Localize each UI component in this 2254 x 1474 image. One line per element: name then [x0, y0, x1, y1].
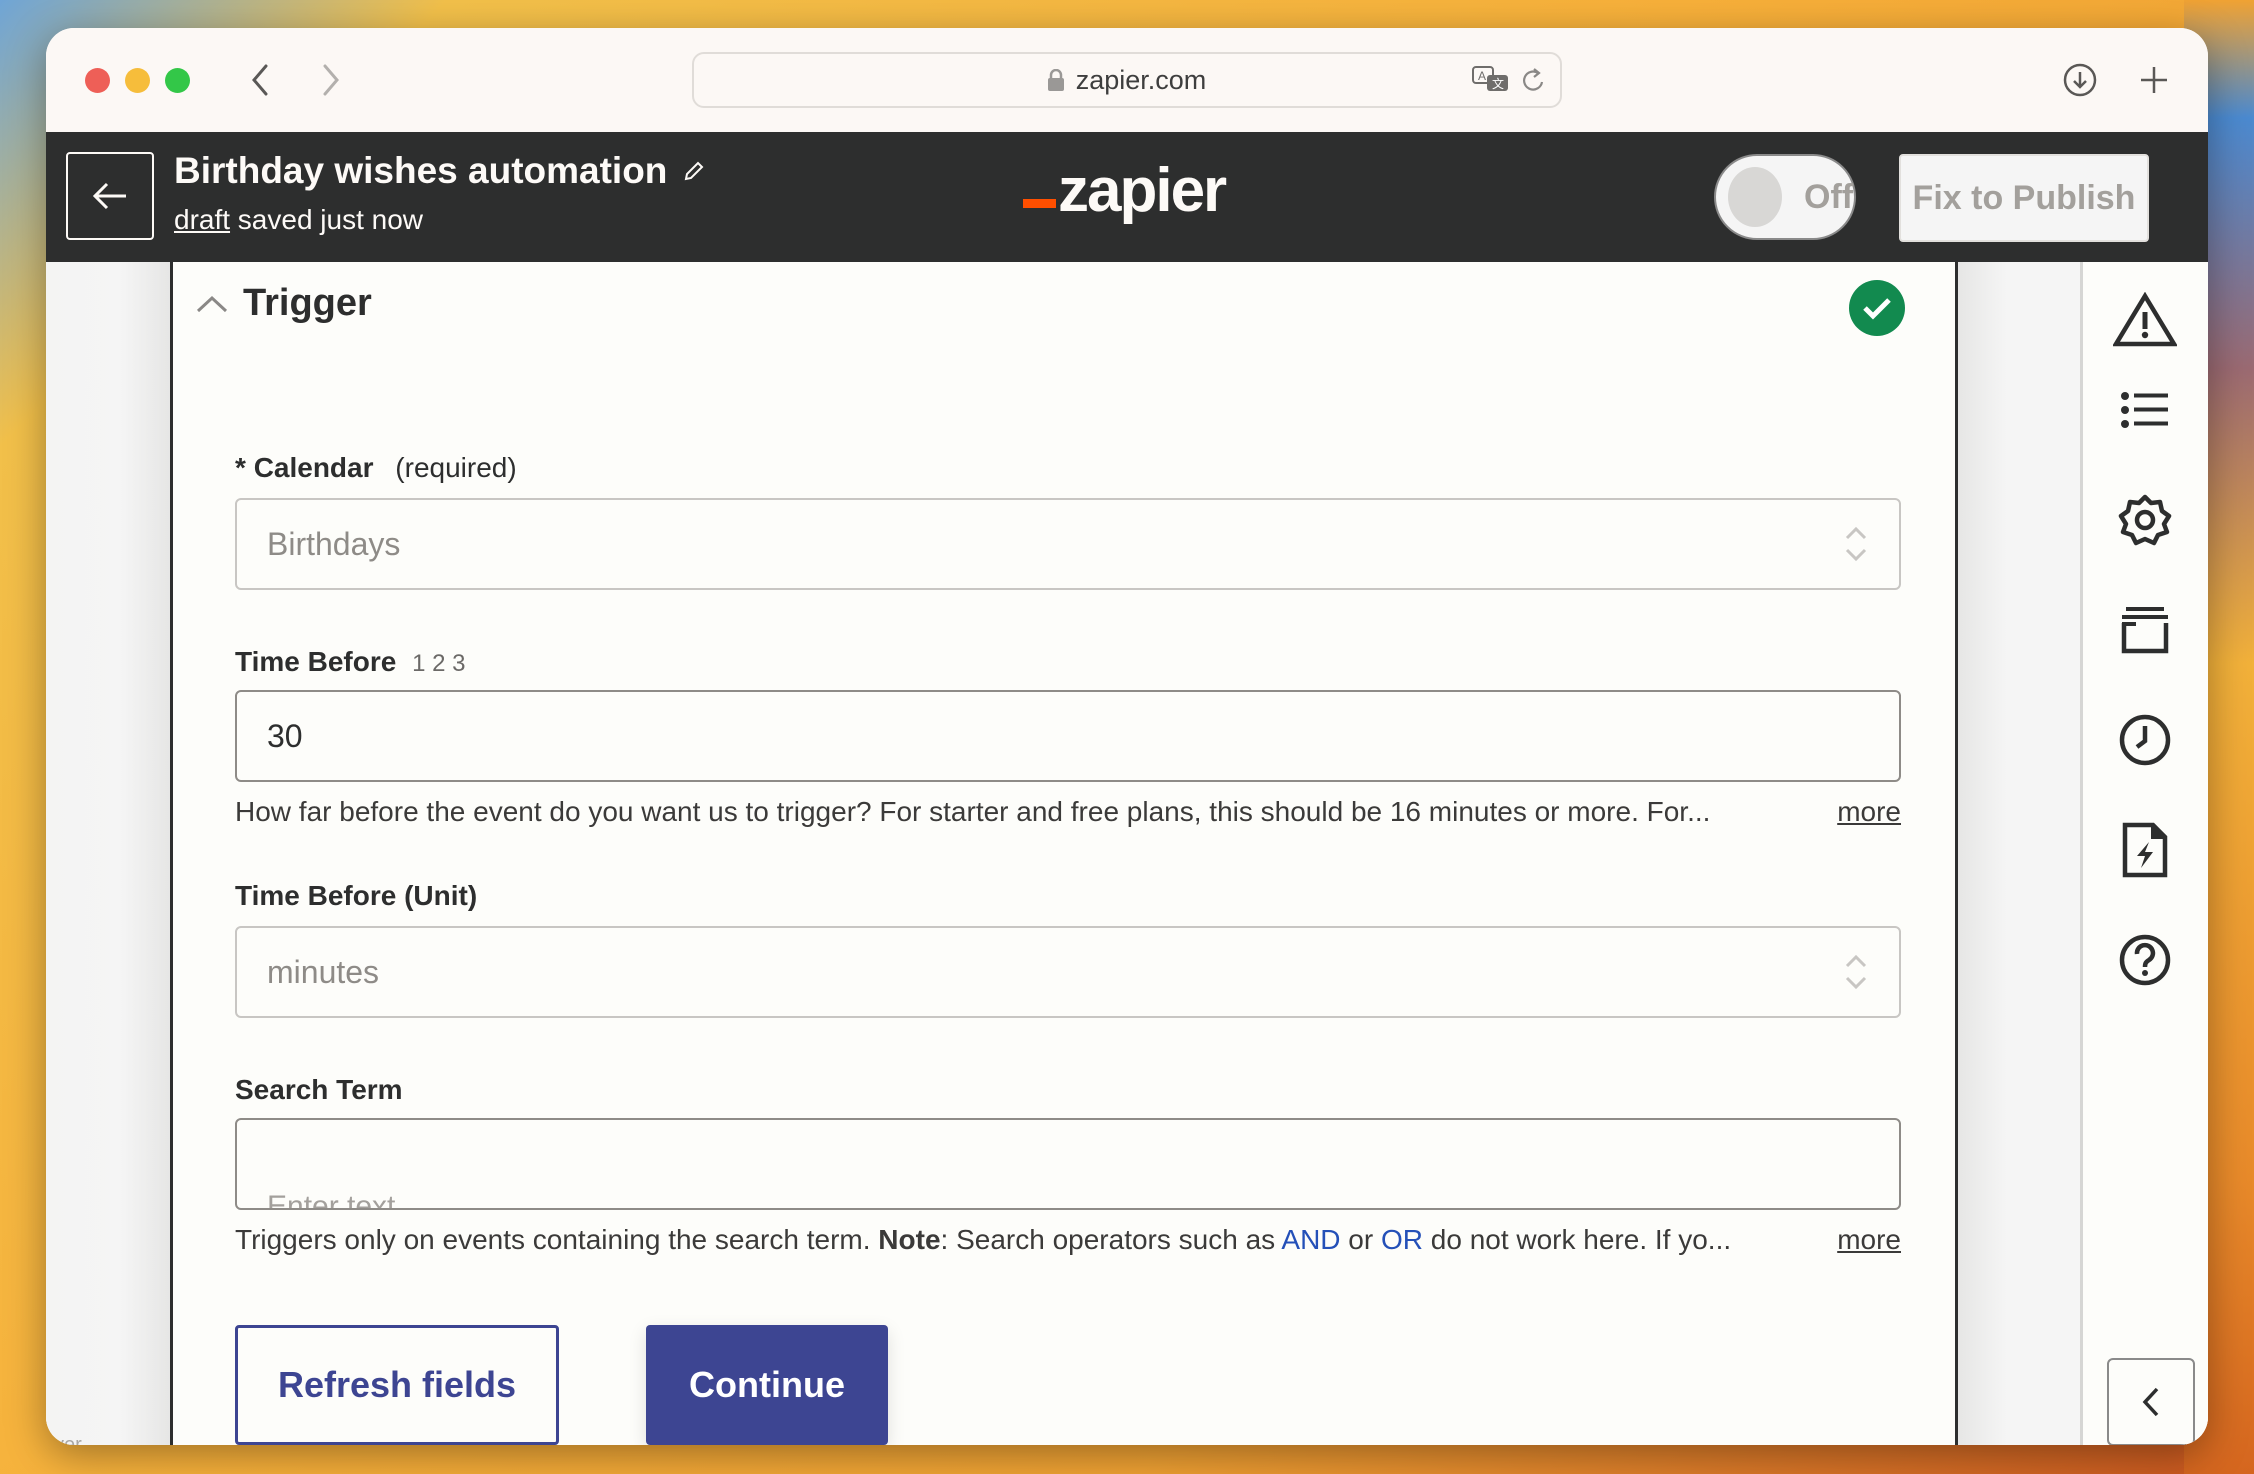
editor-header: Birthday wishes automation draft saved j… — [46, 132, 2208, 262]
time-before-help: How far before the event do you want us … — [235, 796, 1901, 828]
warning-icon — [2113, 292, 2177, 347]
checkmark-icon — [1863, 298, 1891, 320]
logo-wordmark: zapier — [1058, 156, 1227, 225]
time-before-value: 30 — [267, 717, 303, 754]
time-before-more-link[interactable]: more — [1837, 796, 1901, 828]
sidebar-item-versions[interactable] — [2113, 598, 2177, 662]
browser-window: zapier.com A 文 Birthday wishes automatio… — [46, 28, 2208, 1445]
select-arrows-icon — [1845, 954, 1867, 990]
zapier-logo[interactable]: zapier — [1023, 156, 1227, 225]
trigger-section-toggle[interactable]: Trigger — [195, 282, 372, 325]
time-before-label-text: Time Before — [235, 646, 397, 677]
gear-icon — [2118, 494, 2172, 546]
draft-link[interactable]: draft — [174, 204, 230, 235]
address-bar[interactable]: zapier.com A 文 — [692, 52, 1562, 108]
time-before-label: Time Before 1 2 3 — [235, 646, 466, 678]
browser-back-button[interactable] — [238, 58, 282, 102]
step-complete-badge — [1849, 280, 1905, 336]
lock-icon — [1047, 69, 1064, 91]
zap-on-off-toggle[interactable]: Off — [1714, 154, 1856, 240]
sidebar-item-help[interactable] — [2113, 928, 2177, 992]
arrow-left-icon — [92, 182, 126, 210]
time-unit-select[interactable]: minutes — [235, 926, 1901, 1018]
calendar-label-text: Calendar — [253, 452, 374, 483]
zap-title-text: Birthday wishes automation — [174, 150, 668, 191]
calendar-label: * Calendar (required) — [235, 452, 517, 484]
required-marker: * — [235, 452, 246, 483]
trigger-title: Trigger — [243, 282, 372, 324]
sidebar-item-outline[interactable] — [2113, 378, 2177, 442]
svg-text:文: 文 — [1492, 76, 1504, 91]
fullscreen-window-button[interactable] — [165, 68, 190, 93]
help-icon — [2119, 934, 2171, 986]
chevron-right-icon — [323, 64, 339, 96]
calendar-select-value: Birthdays — [267, 525, 401, 562]
chevron-left-icon — [2142, 1387, 2159, 1417]
canvas-gutter-right — [1958, 262, 2083, 1445]
time-unit-select-value: minutes — [267, 953, 380, 990]
calendar-select[interactable]: Birthdays — [235, 498, 1901, 590]
time-unit-label: Time Before (Unit) — [235, 880, 477, 912]
search-term-label-text: Search Term — [235, 1074, 403, 1105]
editor-content: ver. e9deaec8 Trigger * Calendar (requir… — [46, 262, 2208, 1445]
reload-icon[interactable] — [1520, 66, 1548, 96]
search-term-label: Search Term — [235, 1074, 403, 1106]
sidebar-item-settings[interactable] — [2113, 488, 2177, 552]
continue-button[interactable]: Continue — [646, 1325, 888, 1445]
collapse-sidebar-button[interactable] — [2107, 1358, 2195, 1445]
time-before-help-text: How far before the event do you want us … — [235, 796, 1711, 827]
version-label: ver. e9deaec8 — [54, 1434, 87, 1445]
toggle-knob — [1728, 167, 1782, 227]
download-icon — [2063, 63, 2097, 97]
select-arrows-icon — [1845, 526, 1867, 562]
browser-forward-button[interactable] — [309, 58, 353, 102]
translate-icon[interactable]: A 文 — [1472, 66, 1510, 96]
time-unit-label-text: Time Before (Unit) — [235, 880, 478, 911]
fix-to-publish-button[interactable]: Fix to Publish — [1899, 154, 2149, 242]
search-term-placeholder: Enter text — [267, 1190, 396, 1210]
save-status: draft saved just now — [174, 204, 423, 236]
zap-title[interactable]: Birthday wishes automation — [174, 150, 705, 192]
browser-toolbar: zapier.com A 文 — [46, 28, 2208, 134]
search-term-more-link[interactable]: more — [1837, 1224, 1901, 1256]
operator-and: AND — [1281, 1224, 1341, 1255]
chevron-left-icon — [252, 64, 268, 96]
search-term-help-text: Triggers only on events containing the s… — [235, 1224, 1732, 1255]
list-icon — [2121, 392, 2168, 428]
sidebar-item-history[interactable] — [2113, 708, 2177, 772]
canvas-gutter-left: ver. e9deaec8 — [46, 262, 170, 1445]
right-sidebar — [2083, 262, 2208, 1445]
search-term-input[interactable]: Enter text — [235, 1118, 1901, 1210]
refresh-fields-button[interactable]: Refresh fields — [235, 1325, 559, 1445]
back-button[interactable] — [66, 152, 154, 240]
url-text: zapier.com — [1075, 64, 1207, 95]
toggle-label: Off — [1804, 177, 1854, 216]
number-type-hint: 1 2 3 — [412, 650, 466, 677]
logo-underscore — [1023, 199, 1056, 208]
minimize-window-button[interactable] — [125, 68, 150, 93]
pencil-icon[interactable] — [683, 160, 705, 182]
downloads-button[interactable] — [2060, 60, 2100, 100]
svg-text:A: A — [1478, 69, 1486, 83]
save-status-text: saved just now — [230, 204, 424, 235]
stack-icon — [2121, 607, 2169, 654]
chevron-up-icon — [196, 295, 228, 312]
close-window-button[interactable] — [85, 68, 110, 93]
required-text: (required) — [395, 452, 517, 483]
file-bolt-icon — [2122, 822, 2168, 878]
clock-icon — [2119, 714, 2171, 766]
plus-icon — [2141, 67, 2167, 93]
sidebar-item-alerts[interactable] — [2113, 288, 2177, 352]
trigger-panel: Trigger * Calendar (required) Birthdays — [170, 262, 1958, 1445]
search-term-help: Triggers only on events containing the s… — [235, 1224, 1901, 1256]
new-tab-button[interactable] — [2134, 60, 2174, 100]
operator-or: OR — [1380, 1224, 1423, 1255]
time-before-input[interactable]: 30 — [235, 690, 1901, 782]
sidebar-item-zap-runs[interactable] — [2113, 818, 2177, 882]
